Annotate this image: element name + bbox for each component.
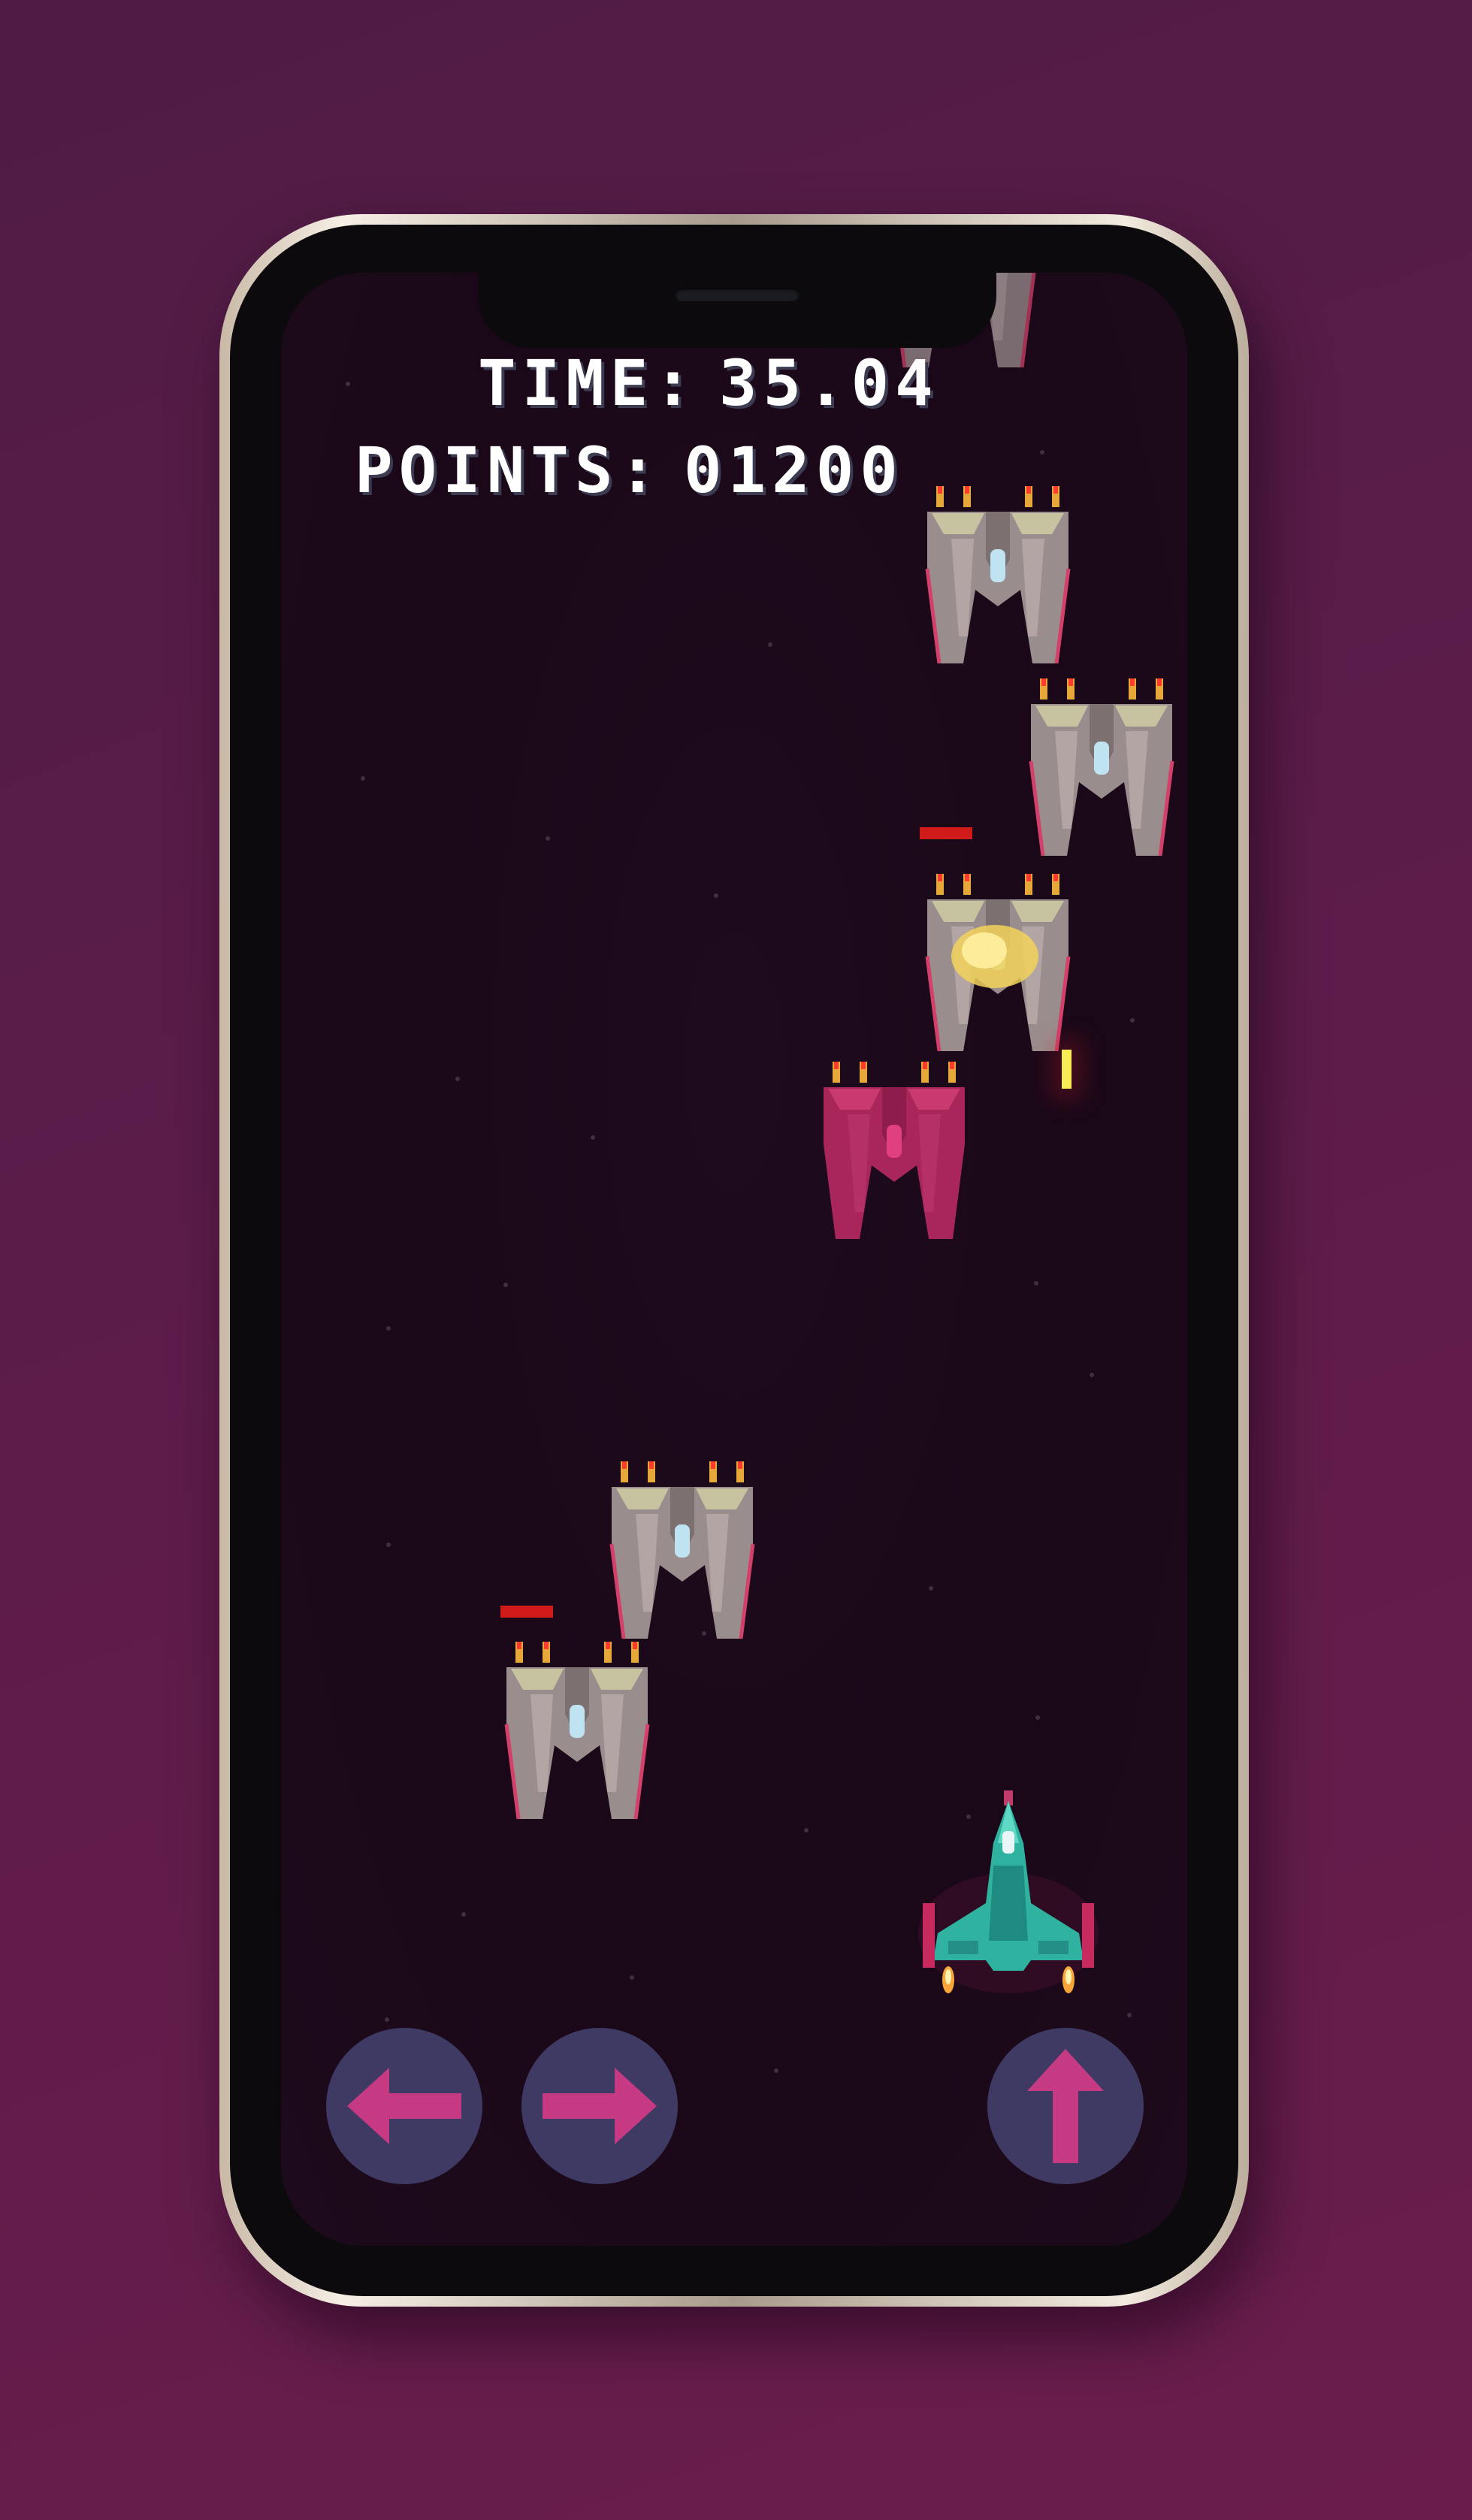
arrow-right-icon: [543, 2068, 657, 2144]
bullet: [1062, 1050, 1072, 1089]
star: [503, 1283, 508, 1287]
points-value: 01200: [684, 434, 904, 507]
star: [546, 836, 550, 841]
speaker-grille: [675, 288, 799, 301]
arrow-left-icon: [347, 2068, 461, 2144]
star: [386, 1543, 391, 1547]
star: [361, 776, 365, 781]
enemy-ship: [1025, 678, 1178, 856]
star: [714, 893, 718, 898]
explosion-effect: [951, 925, 1038, 988]
star: [1035, 1715, 1040, 1720]
fire-button[interactable]: [987, 2028, 1144, 2184]
arrow-up-icon: [1027, 2049, 1104, 2163]
points-label: POINTS:: [355, 434, 663, 507]
star: [929, 1586, 933, 1591]
enemy-ship: [500, 1642, 654, 1819]
star: [385, 2017, 389, 2022]
enemy-health-bar: [920, 827, 972, 839]
points-display: POINTS: 01200: [355, 434, 904, 507]
star: [804, 1828, 809, 1833]
star: [591, 1135, 595, 1140]
time-label: TIME:: [478, 346, 698, 420]
star: [455, 1077, 460, 1081]
enemy-ship: [606, 1461, 759, 1639]
star: [1034, 1281, 1038, 1286]
star: [1130, 1018, 1135, 1023]
enemy-ship-damaged: [818, 1062, 971, 1239]
star: [630, 1975, 634, 1980]
phone-notch: [478, 273, 996, 348]
game-screen[interactable]: TIME: 35.04 POINTS: 01200: [281, 273, 1187, 2246]
time-value: 35.04: [718, 346, 939, 420]
time-display: TIME: 35.04: [478, 346, 939, 420]
star: [768, 642, 772, 647]
star: [461, 1912, 466, 1917]
enemy-ship: [921, 486, 1075, 663]
move-left-button[interactable]: [326, 2028, 482, 2184]
star: [346, 382, 350, 386]
player-ship[interactable]: [918, 1790, 1099, 2001]
star: [1040, 450, 1044, 455]
enemy-health-bar: [500, 1606, 553, 1618]
star: [774, 2068, 778, 2073]
star: [1090, 1373, 1094, 1377]
star: [1127, 2013, 1132, 2017]
phone-frame: TIME: 35.04 POINTS: 01200: [219, 214, 1249, 2307]
star: [386, 1326, 391, 1331]
move-right-button[interactable]: [521, 2028, 678, 2184]
